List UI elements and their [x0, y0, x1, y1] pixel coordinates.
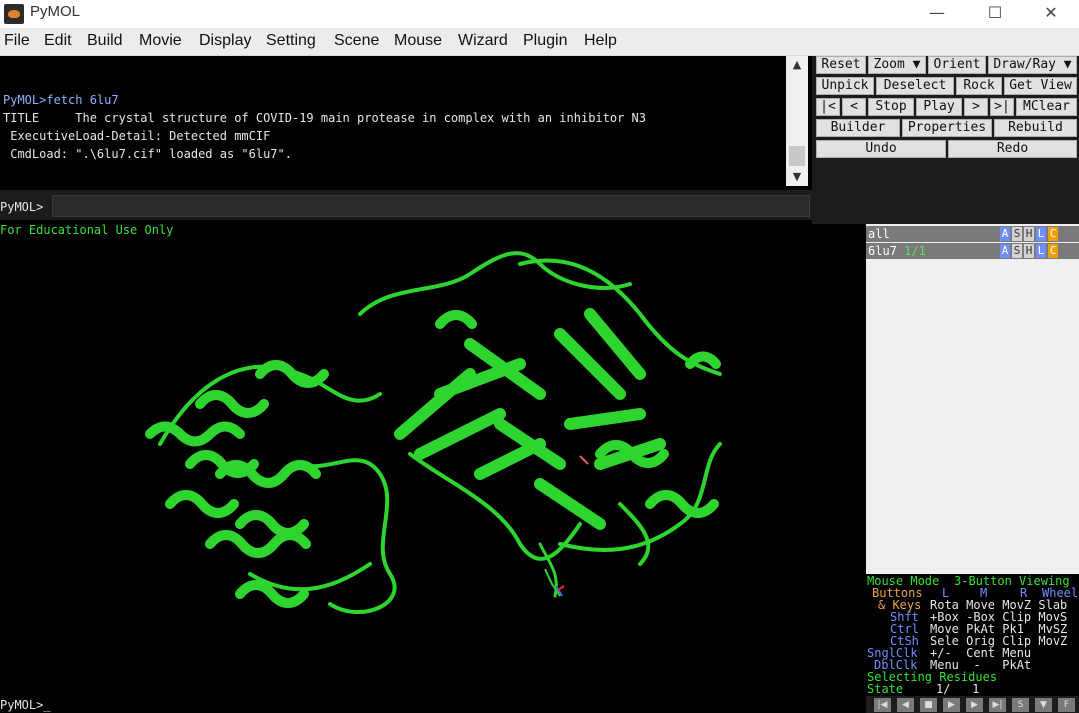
close-button[interactable]: ✕	[1028, 0, 1074, 28]
console-scrollbar[interactable]	[786, 56, 808, 186]
menu-bar: File Edit Build Movie Display Setting Sc…	[0, 28, 1079, 56]
show-s-button[interactable]: S	[1012, 227, 1022, 241]
mouse-mode-panel[interactable]: Mouse Mode 3-Button Viewing Buttons L M …	[866, 574, 1079, 696]
hide-h-button[interactable]: H	[1024, 244, 1034, 258]
get-view-button[interactable]: Get View	[1004, 77, 1077, 95]
rock-button[interactable]: Rock	[956, 77, 1002, 95]
reset-button[interactable]: Reset	[816, 56, 866, 74]
state-label: State	[867, 682, 904, 696]
undo-button[interactable]: Undo	[816, 140, 946, 158]
menu-wizard[interactable]: Wizard	[458, 32, 508, 50]
menu-mouse[interactable]: Mouse	[394, 32, 442, 50]
builder-button[interactable]: Builder	[816, 119, 900, 137]
menu-help[interactable]: Help	[584, 32, 617, 50]
scroll-down-icon[interactable]: ▼	[786, 168, 808, 186]
command-prompt: PyMOL>	[0, 200, 44, 214]
first-frame-button[interactable]: |<	[816, 98, 840, 116]
output-console[interactable]: PyMOL>fetch 6lu7 TITLE The crystal struc…	[0, 56, 786, 186]
bottom-prompt: PyMOL>_	[0, 698, 51, 712]
play-icon[interactable]: ▶	[943, 698, 960, 712]
menu-scene[interactable]: Scene	[334, 32, 379, 50]
object-name: 6lu7 1/1	[868, 244, 926, 258]
menu-display[interactable]: Display	[199, 32, 251, 50]
menu-movie[interactable]: Movie	[139, 32, 182, 50]
maximize-button[interactable]: ☐	[972, 0, 1018, 28]
chevron-down-icon[interactable]: ▼	[1035, 698, 1052, 712]
deselect-button[interactable]: Deselect	[876, 77, 954, 95]
menu-build[interactable]: Build	[87, 32, 123, 50]
console-line: ExecutiveLoad-Detail: Detected mmCIF	[3, 129, 271, 143]
object-row-all[interactable]: all A S H L C	[866, 226, 1079, 242]
control-button-panel: Reset Zoom ▼ Orient Draw/Ray ▼ Unpick De…	[812, 56, 1079, 224]
console-line: CmdLoad: ".\6lu7.cif" loaded as "6lu7".	[3, 147, 292, 161]
action-a-button[interactable]: A	[1000, 244, 1010, 258]
object-list-panel	[866, 224, 1079, 574]
rewind-icon[interactable]: |◀	[874, 698, 891, 712]
state-value: 1/ 1	[936, 682, 980, 696]
console-line: TITLE The crystal structure of COVID-19 …	[3, 111, 646, 125]
window-title: PyMOL	[30, 3, 81, 20]
console-line: PyMOL>fetch 6lu7	[3, 93, 119, 107]
properties-button[interactable]: Properties	[902, 119, 992, 137]
educational-use-label: For Educational Use Only	[0, 223, 174, 237]
show-s-button[interactable]: S	[1012, 244, 1022, 258]
menu-setting[interactable]: Setting	[266, 32, 316, 50]
unpick-button[interactable]: Unpick	[816, 77, 874, 95]
scroll-up-icon[interactable]: ▲	[786, 56, 808, 74]
prev-frame-button[interactable]: <	[842, 98, 866, 116]
full-screen-f-button[interactable]: F	[1058, 698, 1075, 712]
step-forward-icon[interactable]: ▶	[966, 698, 983, 712]
scene-s-button[interactable]: S	[1012, 698, 1029, 712]
command-input[interactable]	[52, 195, 810, 217]
action-a-button[interactable]: A	[1000, 227, 1010, 241]
object-row-6lu7[interactable]: 6lu7 1/1 A S H L C	[866, 243, 1079, 259]
last-frame-button[interactable]: >|	[990, 98, 1014, 116]
fast-forward-icon[interactable]: ▶|	[989, 698, 1006, 712]
orient-button[interactable]: Orient	[928, 56, 986, 74]
step-back-icon[interactable]: ◀	[897, 698, 914, 712]
menu-file[interactable]: File	[4, 32, 30, 50]
color-c-button[interactable]: C	[1048, 227, 1058, 241]
redo-button[interactable]: Redo	[948, 140, 1077, 158]
menu-edit[interactable]: Edit	[44, 32, 72, 50]
color-c-button[interactable]: C	[1048, 244, 1058, 258]
stop-button[interactable]: Stop	[868, 98, 914, 116]
pymol-app-icon	[4, 4, 24, 24]
bottom-command-bar[interactable]	[0, 696, 866, 713]
draw-ray-button[interactable]: Draw/Ray ▼	[988, 56, 1077, 74]
protein-cartoon-render	[145, 251, 722, 614]
rebuild-button[interactable]: Rebuild	[994, 119, 1077, 137]
molecular-viewport[interactable]	[0, 224, 866, 696]
label-l-button[interactable]: L	[1036, 227, 1046, 241]
mclear-button[interactable]: MClear	[1016, 98, 1077, 116]
hide-h-button[interactable]: H	[1024, 227, 1034, 241]
stop-icon[interactable]: ■	[920, 698, 937, 712]
zoom-button[interactable]: Zoom ▼	[868, 56, 926, 74]
menu-plugin[interactable]: Plugin	[523, 32, 567, 50]
label-l-button[interactable]: L	[1036, 244, 1046, 258]
object-name: all	[868, 227, 890, 241]
scroll-thumb[interactable]	[789, 146, 805, 166]
minimize-button[interactable]: —	[914, 0, 960, 28]
play-button[interactable]: Play	[916, 98, 962, 116]
next-frame-button[interactable]: >	[964, 98, 988, 116]
